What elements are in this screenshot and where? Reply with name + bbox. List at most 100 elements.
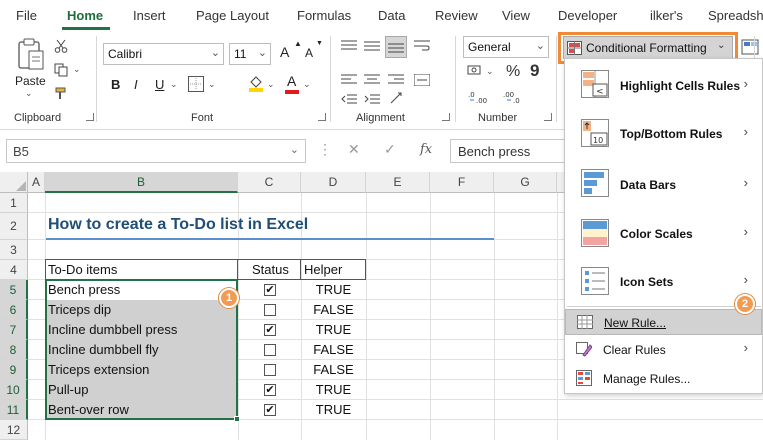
- row-header-11[interactable]: 11: [0, 400, 28, 420]
- row-header-2[interactable]: 2: [0, 213, 28, 240]
- accounting-format-icon[interactable]: [466, 62, 482, 78]
- increase-decimal-icon[interactable]: .0.00: [467, 88, 491, 106]
- status-checkbox[interactable]: ✔: [264, 404, 276, 416]
- underline-button[interactable]: U: [155, 77, 164, 92]
- helper-value-cell[interactable]: FALSE: [301, 300, 366, 320]
- status-checkbox[interactable]: ✔: [264, 384, 276, 396]
- todo-item-cell[interactable]: Incline dumbbell press: [45, 320, 177, 340]
- font-size-select[interactable]: 11 ⌄: [229, 43, 271, 65]
- cell-styles-icon[interactable]: [741, 38, 761, 60]
- todo-item-cell[interactable]: Bench press: [45, 280, 120, 300]
- borders-dropdown-icon[interactable]: ⌄: [208, 79, 216, 90]
- column-header-e[interactable]: E: [366, 172, 430, 193]
- todo-item-cell[interactable]: Triceps extension: [45, 360, 149, 380]
- helper-value-cell[interactable]: FALSE: [301, 360, 366, 380]
- tab-data[interactable]: Data: [378, 8, 405, 23]
- fill-handle[interactable]: [234, 416, 240, 422]
- todo-item-cell[interactable]: Bent-over row: [45, 400, 129, 420]
- grow-font-button[interactable]: A: [280, 44, 289, 60]
- paste-icon[interactable]: [14, 36, 48, 72]
- conditional-formatting-button[interactable]: Conditional Formatting ⌄: [563, 36, 733, 59]
- tab-home[interactable]: Home: [67, 8, 103, 23]
- row-header-9[interactable]: 9: [0, 360, 28, 380]
- decrease-decimal-icon[interactable]: .00.0: [502, 88, 526, 106]
- menu-item-manage-rules[interactable]: Manage Rules...: [565, 363, 762, 393]
- menu-item-data-bars[interactable]: Data Bars ›: [565, 157, 762, 209]
- tab-page-layout[interactable]: Page Layout: [196, 8, 269, 23]
- status-checkbox[interactable]: [264, 344, 276, 356]
- select-all-corner[interactable]: [0, 172, 28, 193]
- middle-align-icon[interactable]: [363, 38, 381, 54]
- tab-review[interactable]: Review: [435, 8, 478, 23]
- helper-value-cell[interactable]: TRUE: [301, 380, 366, 400]
- status-checkbox[interactable]: [264, 304, 276, 316]
- status-checkbox[interactable]: ✔: [264, 324, 276, 336]
- column-header-a[interactable]: A: [28, 172, 45, 193]
- copy-dropdown-icon[interactable]: ⌄: [73, 64, 81, 75]
- tab-ilkers[interactable]: ilker's: [650, 8, 683, 23]
- row-header-3[interactable]: 3: [0, 240, 28, 260]
- paste-dropdown-icon[interactable]: ⌄: [25, 88, 33, 99]
- align-center-icon[interactable]: [363, 72, 381, 88]
- tab-spreadsheet[interactable]: Spreadsh: [708, 8, 763, 23]
- font-dialog-launcher[interactable]: [318, 113, 326, 121]
- row-header-8[interactable]: 8: [0, 340, 28, 360]
- row-header-5[interactable]: 5: [0, 280, 28, 300]
- cancel-icon[interactable]: ✕: [348, 141, 360, 158]
- menu-item-highlight-cells-rules[interactable]: < Highlight Cells Rules ›: [565, 59, 762, 109]
- font-color-dropdown-icon[interactable]: ⌄: [303, 79, 311, 90]
- alignment-dialog-launcher[interactable]: [442, 113, 450, 121]
- underline-dropdown-icon[interactable]: ⌄: [170, 79, 178, 90]
- todo-item-cell[interactable]: Triceps dip: [45, 300, 111, 320]
- tab-formulas[interactable]: Formulas: [297, 8, 351, 23]
- column-header-d[interactable]: D: [301, 172, 366, 193]
- menu-item-top-bottom-rules[interactable]: 10 Top/Bottom Rules ›: [565, 109, 762, 157]
- row-header-12[interactable]: 12: [0, 420, 28, 440]
- comma-style-button[interactable]: 9: [530, 61, 539, 81]
- column-header-g[interactable]: G: [494, 172, 557, 193]
- helper-value-cell[interactable]: TRUE: [301, 280, 366, 300]
- borders-icon[interactable]: [188, 76, 204, 92]
- copy-icon[interactable]: [53, 62, 69, 78]
- font-name-select[interactable]: Calibri ⌄: [103, 43, 224, 65]
- cut-icon[interactable]: [53, 38, 69, 54]
- paste-label[interactable]: Paste: [15, 74, 46, 88]
- todo-item-cell[interactable]: Pull-up: [45, 380, 88, 400]
- bold-button[interactable]: B: [111, 77, 120, 92]
- menu-item-clear-rules[interactable]: Clear Rules ›: [565, 335, 762, 363]
- row-header-1[interactable]: 1: [0, 193, 28, 213]
- tab-file[interactable]: File: [16, 8, 37, 23]
- number-format-select[interactable]: General ⌄: [463, 36, 549, 58]
- menu-item-color-scales[interactable]: Color Scales ›: [565, 209, 762, 257]
- fill-color-dropdown-icon[interactable]: ⌄: [267, 79, 275, 90]
- align-left-icon[interactable]: [340, 72, 358, 88]
- tab-insert[interactable]: Insert: [133, 8, 166, 23]
- decrease-indent-icon[interactable]: [340, 92, 358, 106]
- helper-value-cell[interactable]: TRUE: [301, 400, 366, 420]
- insert-function-icon[interactable]: fx: [420, 142, 432, 157]
- merge-center-icon[interactable]: [413, 72, 431, 88]
- font-color-button[interactable]: A: [287, 73, 296, 89]
- top-align-icon[interactable]: [340, 38, 358, 54]
- row-header-4[interactable]: 4: [0, 260, 28, 280]
- accounting-dropdown-icon[interactable]: ⌄: [486, 66, 494, 77]
- helper-value-cell[interactable]: TRUE: [301, 320, 366, 340]
- fill-color-icon[interactable]: [247, 74, 265, 92]
- row-header-6[interactable]: 6: [0, 300, 28, 320]
- wrap-text-icon[interactable]: [413, 38, 431, 54]
- row-header-10[interactable]: 10: [0, 380, 28, 400]
- helper-value-cell[interactable]: FALSE: [301, 340, 366, 360]
- status-checkbox[interactable]: [264, 364, 276, 376]
- todo-item-cell[interactable]: Incline dumbbell fly: [45, 340, 159, 360]
- tab-developer[interactable]: Developer: [558, 8, 617, 23]
- column-header-f[interactable]: F: [430, 172, 494, 193]
- column-header-c[interactable]: C: [238, 172, 301, 193]
- row-header-7[interactable]: 7: [0, 320, 28, 340]
- orientation-icon[interactable]: [387, 90, 405, 106]
- column-header-b[interactable]: B: [45, 172, 238, 193]
- clipboard-dialog-launcher[interactable]: [86, 113, 94, 121]
- tab-view[interactable]: View: [502, 8, 530, 23]
- shrink-font-button[interactable]: A: [305, 46, 313, 60]
- menu-item-icon-sets[interactable]: Icon Sets ›: [565, 257, 762, 305]
- percent-button[interactable]: %: [506, 63, 520, 81]
